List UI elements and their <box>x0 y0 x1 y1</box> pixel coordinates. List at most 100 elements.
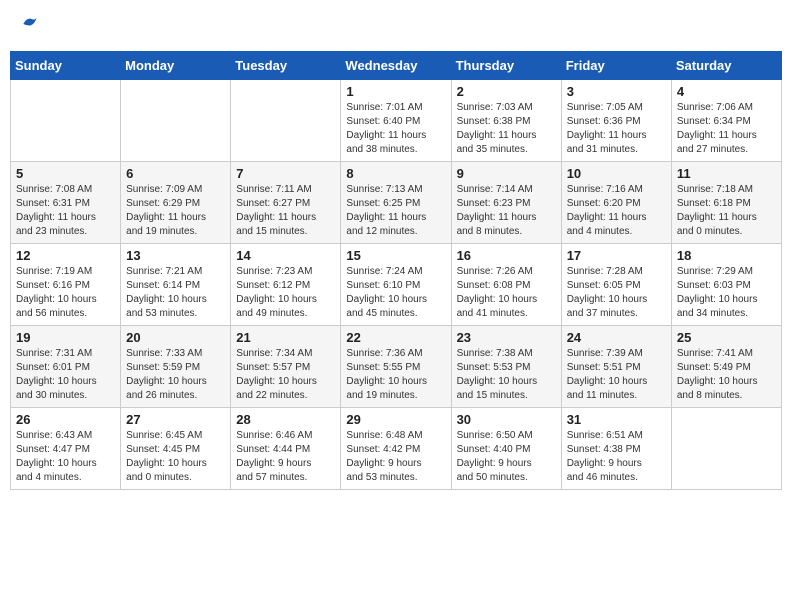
calendar-week-row: 12 Sunrise: 7:19 AM Sunset: 6:16 PM Dayli… <box>11 244 782 326</box>
day-info: Sunrise: 7:11 AM Sunset: 6:27 PM Dayligh… <box>236 183 335 239</box>
day-info: Sunrise: 7:23 AM Sunset: 6:12 PM Dayligh… <box>236 265 335 321</box>
calendar-cell: 9 Sunrise: 7:14 AM Sunset: 6:23 PM Daylig… <box>451 162 561 244</box>
day-number: 18 <box>677 248 776 263</box>
logo-bird-icon <box>20 14 40 34</box>
day-number: 16 <box>457 248 556 263</box>
day-number: 19 <box>16 330 115 345</box>
calendar-cell: 22 Sunrise: 7:36 AM Sunset: 5:55 PM Dayli… <box>341 326 451 408</box>
calendar-cell: 25 Sunrise: 7:41 AM Sunset: 5:49 PM Dayli… <box>671 326 781 408</box>
day-info: Sunrise: 7:06 AM Sunset: 6:34 PM Dayligh… <box>677 101 776 157</box>
calendar-week-row: 26Sunrise: 6:43 AM Sunset: 4:47 PM Dayli… <box>11 408 782 490</box>
calendar-cell: 7 Sunrise: 7:11 AM Sunset: 6:27 PM Daylig… <box>231 162 341 244</box>
calendar-cell <box>11 80 121 162</box>
calendar-cell: 2Sunrise: 7:03 AM Sunset: 6:38 PM Daylig… <box>451 80 561 162</box>
day-info: Sunrise: 7:16 AM Sunset: 6:20 PM Dayligh… <box>567 183 666 239</box>
calendar-week-row: 1 Sunrise: 7:01 AM Sunset: 6:40 PM Daylig… <box>11 80 782 162</box>
weekday-header: Wednesday <box>341 52 451 80</box>
weekday-header: Sunday <box>11 52 121 80</box>
day-number: 10 <box>567 166 666 181</box>
day-number: 21 <box>236 330 335 345</box>
day-number: 14 <box>236 248 335 263</box>
day-number: 2 <box>457 84 556 99</box>
calendar-cell: 16Sunrise: 7:26 AM Sunset: 6:08 PM Dayli… <box>451 244 561 326</box>
calendar-cell: 15 Sunrise: 7:24 AM Sunset: 6:10 PM Dayli… <box>341 244 451 326</box>
calendar-cell: 11 Sunrise: 7:18 AM Sunset: 6:18 PM Dayli… <box>671 162 781 244</box>
calendar-cell: 26Sunrise: 6:43 AM Sunset: 4:47 PM Dayli… <box>11 408 121 490</box>
day-number: 23 <box>457 330 556 345</box>
day-number: 24 <box>567 330 666 345</box>
day-number: 11 <box>677 166 776 181</box>
calendar-cell: 24 Sunrise: 7:39 AM Sunset: 5:51 PM Dayli… <box>561 326 671 408</box>
day-info: Sunrise: 7:38 AM Sunset: 5:53 PM Dayligh… <box>457 347 556 403</box>
day-info: Sunrise: 7:18 AM Sunset: 6:18 PM Dayligh… <box>677 183 776 239</box>
calendar-cell: 12 Sunrise: 7:19 AM Sunset: 6:16 PM Dayli… <box>11 244 121 326</box>
day-number: 4 <box>677 84 776 99</box>
calendar-cell: 1 Sunrise: 7:01 AM Sunset: 6:40 PM Daylig… <box>341 80 451 162</box>
day-number: 22 <box>346 330 445 345</box>
day-number: 8 <box>346 166 445 181</box>
calendar-week-row: 19 Sunrise: 7:31 AM Sunset: 6:01 PM Dayli… <box>11 326 782 408</box>
day-number: 12 <box>16 248 115 263</box>
day-number: 29 <box>346 412 445 427</box>
day-number: 3 <box>567 84 666 99</box>
day-info: Sunrise: 7:19 AM Sunset: 6:16 PM Dayligh… <box>16 265 115 321</box>
calendar-cell: 5 Sunrise: 7:08 AM Sunset: 6:31 PM Daylig… <box>11 162 121 244</box>
calendar-header-row: SundayMondayTuesdayWednesdayThursdayFrid… <box>11 52 782 80</box>
day-info: Sunrise: 7:08 AM Sunset: 6:31 PM Dayligh… <box>16 183 115 239</box>
calendar-cell <box>121 80 231 162</box>
calendar-cell: 8 Sunrise: 7:13 AM Sunset: 6:25 PM Daylig… <box>341 162 451 244</box>
day-info: Sunrise: 6:50 AM Sunset: 4:40 PM Dayligh… <box>457 429 556 485</box>
calendar-table: SundayMondayTuesdayWednesdayThursdayFrid… <box>10 51 782 490</box>
calendar-cell: 29 Sunrise: 6:48 AM Sunset: 4:42 PM Dayli… <box>341 408 451 490</box>
day-info: Sunrise: 6:46 AM Sunset: 4:44 PM Dayligh… <box>236 429 335 485</box>
day-number: 13 <box>126 248 225 263</box>
day-number: 26 <box>16 412 115 427</box>
day-number: 31 <box>567 412 666 427</box>
day-info: Sunrise: 7:39 AM Sunset: 5:51 PM Dayligh… <box>567 347 666 403</box>
day-info: Sunrise: 7:21 AM Sunset: 6:14 PM Dayligh… <box>126 265 225 321</box>
calendar-cell: 17 Sunrise: 7:28 AM Sunset: 6:05 PM Dayli… <box>561 244 671 326</box>
day-number: 7 <box>236 166 335 181</box>
weekday-header: Tuesday <box>231 52 341 80</box>
calendar-cell: 14 Sunrise: 7:23 AM Sunset: 6:12 PM Dayli… <box>231 244 341 326</box>
day-number: 9 <box>457 166 556 181</box>
day-number: 15 <box>346 248 445 263</box>
calendar-cell: 31 Sunrise: 6:51 AM Sunset: 4:38 PM Dayli… <box>561 408 671 490</box>
day-info: Sunrise: 7:01 AM Sunset: 6:40 PM Dayligh… <box>346 101 445 157</box>
calendar-cell: 28Sunrise: 6:46 AM Sunset: 4:44 PM Dayli… <box>231 408 341 490</box>
day-info: Sunrise: 7:14 AM Sunset: 6:23 PM Dayligh… <box>457 183 556 239</box>
weekday-header: Monday <box>121 52 231 80</box>
calendar-cell: 6Sunrise: 7:09 AM Sunset: 6:29 PM Daylig… <box>121 162 231 244</box>
weekday-header: Saturday <box>671 52 781 80</box>
calendar-cell: 4 Sunrise: 7:06 AM Sunset: 6:34 PM Daylig… <box>671 80 781 162</box>
day-info: Sunrise: 7:36 AM Sunset: 5:55 PM Dayligh… <box>346 347 445 403</box>
calendar-cell: 18Sunrise: 7:29 AM Sunset: 6:03 PM Dayli… <box>671 244 781 326</box>
calendar-cell <box>231 80 341 162</box>
day-info: Sunrise: 6:51 AM Sunset: 4:38 PM Dayligh… <box>567 429 666 485</box>
day-info: Sunrise: 7:24 AM Sunset: 6:10 PM Dayligh… <box>346 265 445 321</box>
calendar-cell: 19 Sunrise: 7:31 AM Sunset: 6:01 PM Dayli… <box>11 326 121 408</box>
calendar-cell: 20 Sunrise: 7:33 AM Sunset: 5:59 PM Dayli… <box>121 326 231 408</box>
calendar-cell: 27Sunrise: 6:45 AM Sunset: 4:45 PM Dayli… <box>121 408 231 490</box>
day-number: 5 <box>16 166 115 181</box>
logo <box>18 14 40 39</box>
day-info: Sunrise: 6:48 AM Sunset: 4:42 PM Dayligh… <box>346 429 445 485</box>
calendar-cell: 13 Sunrise: 7:21 AM Sunset: 6:14 PM Dayli… <box>121 244 231 326</box>
day-info: Sunrise: 7:41 AM Sunset: 5:49 PM Dayligh… <box>677 347 776 403</box>
day-info: Sunrise: 7:13 AM Sunset: 6:25 PM Dayligh… <box>346 183 445 239</box>
day-info: Sunrise: 7:31 AM Sunset: 6:01 PM Dayligh… <box>16 347 115 403</box>
day-number: 1 <box>346 84 445 99</box>
calendar-cell: 3 Sunrise: 7:05 AM Sunset: 6:36 PM Daylig… <box>561 80 671 162</box>
page-header <box>10 10 782 43</box>
day-info: Sunrise: 7:33 AM Sunset: 5:59 PM Dayligh… <box>126 347 225 403</box>
day-info: Sunrise: 6:45 AM Sunset: 4:45 PM Dayligh… <box>126 429 225 485</box>
day-number: 17 <box>567 248 666 263</box>
day-info: Sunrise: 7:28 AM Sunset: 6:05 PM Dayligh… <box>567 265 666 321</box>
day-number: 30 <box>457 412 556 427</box>
day-number: 25 <box>677 330 776 345</box>
calendar-cell: 23 Sunrise: 7:38 AM Sunset: 5:53 PM Dayli… <box>451 326 561 408</box>
calendar-cell: 10 Sunrise: 7:16 AM Sunset: 6:20 PM Dayli… <box>561 162 671 244</box>
weekday-header: Friday <box>561 52 671 80</box>
day-info: Sunrise: 7:05 AM Sunset: 6:36 PM Dayligh… <box>567 101 666 157</box>
day-number: 20 <box>126 330 225 345</box>
